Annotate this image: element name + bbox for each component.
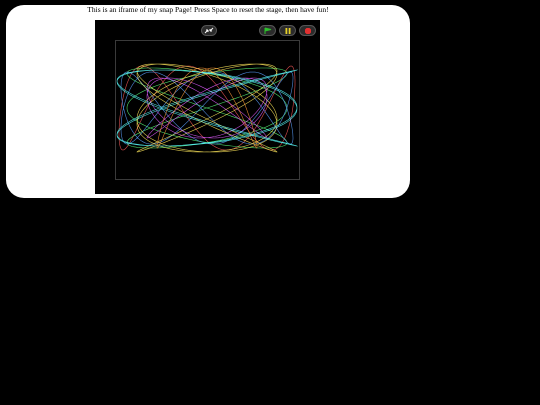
snap-stage-iframe[interactable] xyxy=(95,20,320,194)
spirograph-drawing xyxy=(116,63,298,153)
intro-text: This is an iframe of my snap Page! Press… xyxy=(87,5,329,14)
page-card: This is an iframe of my snap Page! Press… xyxy=(6,5,410,198)
